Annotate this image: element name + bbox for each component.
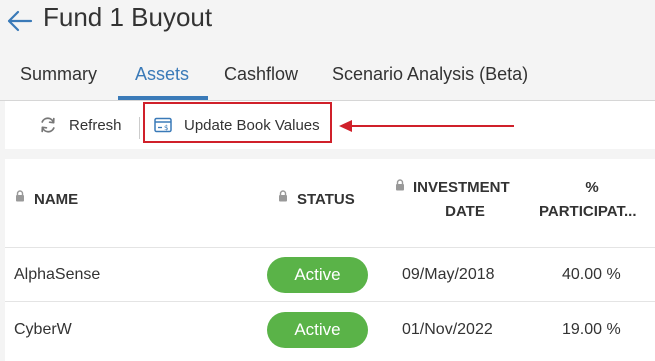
cell-investment-date: 09/May/2018 xyxy=(402,266,495,283)
refresh-icon xyxy=(41,117,55,133)
lock-icon xyxy=(279,190,287,202)
column-header-participation[interactable]: % PARTICIPAT... xyxy=(533,159,655,247)
page-title: Fund 1 Buyout xyxy=(43,2,213,32)
column-label-participation-line2: PARTICIPAT... xyxy=(539,203,637,220)
column-label-name: NAME xyxy=(34,191,79,208)
status-badge: Active xyxy=(267,312,368,348)
cell-name[interactable]: AlphaSense xyxy=(14,266,100,284)
annotation-arrow-icon xyxy=(339,120,514,132)
annotation-highlight-box xyxy=(143,102,332,143)
column-header-name[interactable]: NAME xyxy=(15,159,165,247)
tab-assets[interactable]: Assets xyxy=(135,64,189,85)
cell-participation: 19.00 % xyxy=(562,321,621,338)
tab-bar: Summary Assets Cashflow Scenario Analysi… xyxy=(0,58,655,100)
page-header: Fund 1 Buyout xyxy=(0,0,655,36)
column-label-participation-line1: % xyxy=(585,179,599,196)
refresh-button[interactable]: Refresh xyxy=(39,101,122,149)
column-label-investment-line1: INVESTMENT xyxy=(413,179,510,196)
tab-summary[interactable]: Summary xyxy=(20,64,97,85)
column-header-investment-date[interactable]: INVESTMENT DATE xyxy=(395,159,525,247)
header-divider xyxy=(5,247,655,248)
status-badge: Active xyxy=(267,257,368,293)
cell-name[interactable]: CyberW xyxy=(14,321,72,339)
refresh-label: Refresh xyxy=(69,116,122,134)
column-header-status[interactable]: STATUS xyxy=(278,159,378,247)
column-label-investment-line2: DATE xyxy=(445,203,485,220)
cell-investment-date: 01/Nov/2022 xyxy=(402,321,493,338)
arrow-left-icon[interactable] xyxy=(4,8,34,34)
row-divider xyxy=(5,301,655,302)
lock-icon xyxy=(396,179,404,191)
tab-scenario-analysis[interactable]: Scenario Analysis (Beta) xyxy=(332,64,528,85)
column-label-status: STATUS xyxy=(297,191,355,208)
toolbar-separator xyxy=(139,117,140,139)
lock-icon xyxy=(16,190,24,202)
cell-participation: 40.00 % xyxy=(562,266,621,283)
assets-table: NAME STATUS INVESTMENT DATE % PARTICIPAT… xyxy=(5,159,655,361)
tab-cashflow[interactable]: Cashflow xyxy=(224,64,298,85)
